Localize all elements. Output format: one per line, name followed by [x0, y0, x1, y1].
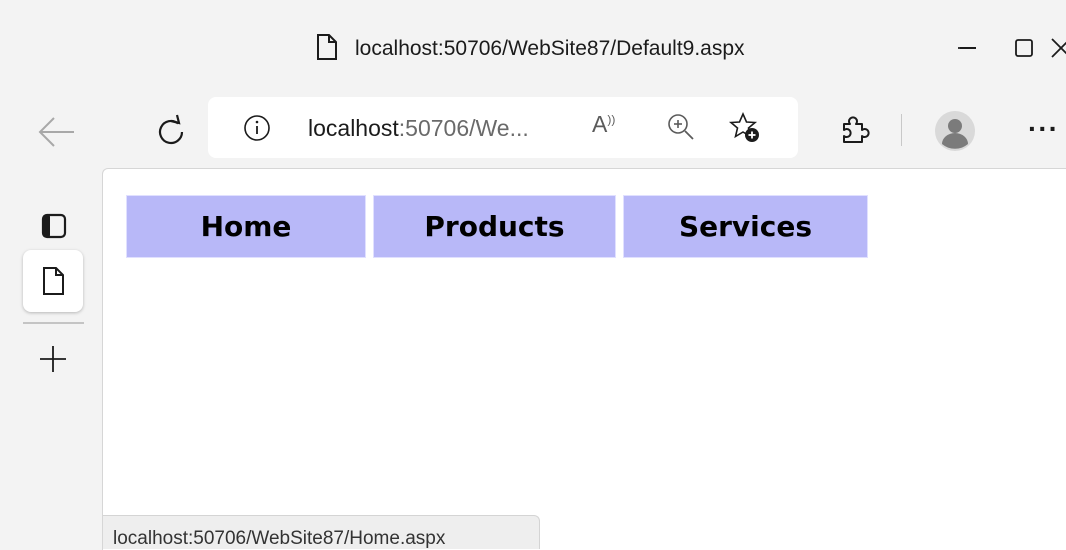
more-icon[interactable]: ···	[1028, 113, 1059, 145]
plus-icon[interactable]	[36, 342, 70, 376]
menu-item-home[interactable]: Home	[126, 195, 366, 258]
url-host: localhost	[308, 115, 399, 141]
url-rest: :50706/We...	[398, 115, 529, 141]
url-text[interactable]: localhost:50706/We...	[308, 115, 529, 142]
title-bar: localhost:50706/WebSite87/Default9.aspx	[0, 0, 1066, 92]
menu-item-products[interactable]: Products	[373, 195, 616, 258]
page-icon	[317, 34, 337, 60]
window-title: localhost:50706/WebSite87/Default9.aspx	[355, 37, 745, 60]
add-favorite-icon[interactable]	[728, 111, 762, 145]
back-button[interactable]	[34, 112, 80, 152]
toolbar-divider	[901, 114, 902, 146]
vertical-tabs-sidebar	[0, 170, 103, 549]
read-aloud-glyph: A	[592, 111, 608, 137]
status-bar-url: localhost:50706/WebSite87/Home.aspx	[103, 515, 540, 549]
menu-item-services[interactable]: Services	[623, 195, 868, 258]
read-aloud-icon[interactable]: A))	[592, 111, 615, 138]
zoom-in-icon[interactable]	[666, 112, 696, 142]
profile-icon[interactable]	[934, 110, 976, 152]
page-content: Home Products Services	[102, 168, 1066, 550]
tab-actions-icon[interactable]	[34, 206, 74, 246]
close-button[interactable]	[1040, 28, 1066, 68]
maximize-button[interactable]	[1004, 28, 1044, 68]
reload-button[interactable]	[151, 112, 191, 152]
sidebar-tab-current[interactable]	[23, 250, 83, 312]
extensions-icon[interactable]	[836, 110, 876, 150]
nav-menu: Home Products Services	[126, 195, 875, 258]
sidebar-divider	[23, 322, 84, 324]
minimize-button[interactable]	[948, 28, 988, 68]
info-icon[interactable]	[243, 114, 271, 142]
address-bar[interactable]: localhost:50706/We... A))	[208, 97, 798, 158]
page-icon	[43, 267, 64, 295]
